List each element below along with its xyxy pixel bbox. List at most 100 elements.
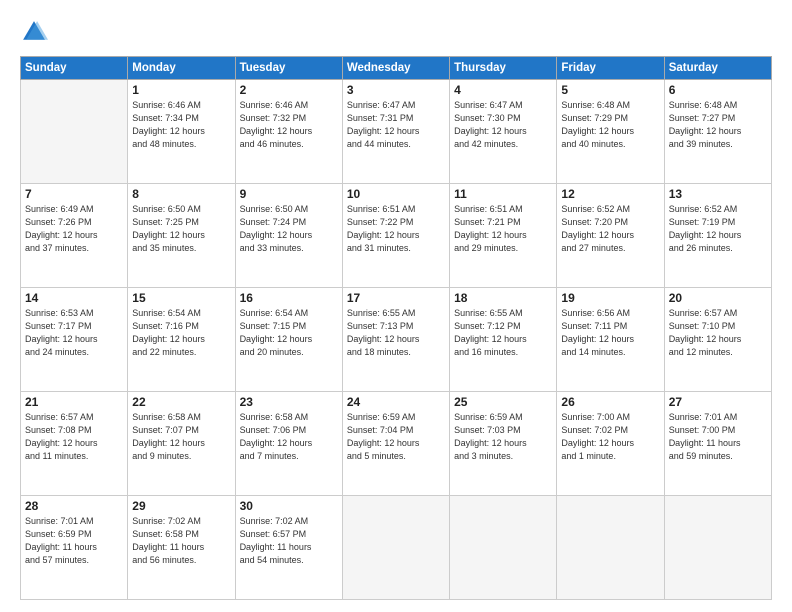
day-info: Sunrise: 6:50 AM Sunset: 7:24 PM Dayligh… <box>240 203 338 255</box>
day-cell <box>342 496 449 600</box>
day-cell: 3 Sunrise: 6:47 AM Sunset: 7:31 PM Daylig… <box>342 80 449 184</box>
weekday-header-friday: Friday <box>557 57 664 80</box>
day-number: 24 <box>347 395 445 409</box>
day-number: 22 <box>132 395 230 409</box>
day-cell: 6 Sunrise: 6:48 AM Sunset: 7:27 PM Daylig… <box>664 80 771 184</box>
day-info: Sunrise: 7:00 AM Sunset: 7:02 PM Dayligh… <box>561 411 659 463</box>
day-number: 4 <box>454 83 552 97</box>
day-cell: 27Sunrise: 7:01 AM Sunset: 7:00 PM Dayli… <box>664 392 771 496</box>
day-info: Sunrise: 6:59 AM Sunset: 7:04 PM Dayligh… <box>347 411 445 463</box>
day-info: Sunrise: 7:02 AM Sunset: 6:57 PM Dayligh… <box>240 515 338 567</box>
day-cell: 21Sunrise: 6:57 AM Sunset: 7:08 PM Dayli… <box>21 392 128 496</box>
day-cell: 29 Sunrise: 7:02 AM Sunset: 6:58 PM Dayli… <box>128 496 235 600</box>
week-row-3: 21Sunrise: 6:57 AM Sunset: 7:08 PM Dayli… <box>21 392 772 496</box>
weekday-header-row: SundayMondayTuesdayWednesdayThursdayFrid… <box>21 57 772 80</box>
week-row-4: 28 Sunrise: 7:01 AM Sunset: 6:59 PM Dayli… <box>21 496 772 600</box>
day-number: 30 <box>240 499 338 513</box>
day-number: 16 <box>240 291 338 305</box>
day-cell: 26 Sunrise: 7:00 AM Sunset: 7:02 PM Dayli… <box>557 392 664 496</box>
day-cell: 12Sunrise: 6:52 AM Sunset: 7:20 PM Dayli… <box>557 184 664 288</box>
day-number: 23 <box>240 395 338 409</box>
day-cell: 5 Sunrise: 6:48 AM Sunset: 7:29 PM Daylig… <box>557 80 664 184</box>
day-info: Sunrise: 6:49 AM Sunset: 7:26 PM Dayligh… <box>25 203 123 255</box>
day-cell: 13 Sunrise: 6:52 AM Sunset: 7:19 PM Dayli… <box>664 184 771 288</box>
day-info: Sunrise: 6:54 AM Sunset: 7:15 PM Dayligh… <box>240 307 338 359</box>
day-number: 19 <box>561 291 659 305</box>
day-number: 15 <box>132 291 230 305</box>
day-info: Sunrise: 6:51 AM Sunset: 7:22 PM Dayligh… <box>347 203 445 255</box>
day-cell: 8 Sunrise: 6:50 AM Sunset: 7:25 PM Daylig… <box>128 184 235 288</box>
day-number: 28 <box>25 499 123 513</box>
day-info: Sunrise: 6:58 AM Sunset: 7:07 PM Dayligh… <box>132 411 230 463</box>
day-info: Sunrise: 6:51 AM Sunset: 7:21 PM Dayligh… <box>454 203 552 255</box>
week-row-0: 1 Sunrise: 6:46 AM Sunset: 7:34 PM Daylig… <box>21 80 772 184</box>
day-number: 8 <box>132 187 230 201</box>
day-number: 27 <box>669 395 767 409</box>
day-number: 14 <box>25 291 123 305</box>
day-info: Sunrise: 6:59 AM Sunset: 7:03 PM Dayligh… <box>454 411 552 463</box>
logo-icon <box>20 18 48 46</box>
day-number: 29 <box>132 499 230 513</box>
day-number: 21 <box>25 395 123 409</box>
day-number: 11 <box>454 187 552 201</box>
day-cell: 10 Sunrise: 6:51 AM Sunset: 7:22 PM Dayli… <box>342 184 449 288</box>
day-cell: 14 Sunrise: 6:53 AM Sunset: 7:17 PM Dayli… <box>21 288 128 392</box>
day-cell <box>450 496 557 600</box>
day-number: 9 <box>240 187 338 201</box>
day-number: 2 <box>240 83 338 97</box>
day-info: Sunrise: 6:56 AM Sunset: 7:11 PM Dayligh… <box>561 307 659 359</box>
day-info: Sunrise: 6:52 AM Sunset: 7:20 PM Dayligh… <box>561 203 659 255</box>
day-cell: 9 Sunrise: 6:50 AM Sunset: 7:24 PM Daylig… <box>235 184 342 288</box>
day-info: Sunrise: 6:58 AM Sunset: 7:06 PM Dayligh… <box>240 411 338 463</box>
page: SundayMondayTuesdayWednesdayThursdayFrid… <box>0 0 792 612</box>
day-info: Sunrise: 6:50 AM Sunset: 7:25 PM Dayligh… <box>132 203 230 255</box>
weekday-header-wednesday: Wednesday <box>342 57 449 80</box>
day-number: 25 <box>454 395 552 409</box>
day-info: Sunrise: 6:47 AM Sunset: 7:31 PM Dayligh… <box>347 99 445 151</box>
day-cell: 25 Sunrise: 6:59 AM Sunset: 7:03 PM Dayli… <box>450 392 557 496</box>
week-row-1: 7 Sunrise: 6:49 AM Sunset: 7:26 PM Daylig… <box>21 184 772 288</box>
day-cell: 19 Sunrise: 6:56 AM Sunset: 7:11 PM Dayli… <box>557 288 664 392</box>
day-info: Sunrise: 6:57 AM Sunset: 7:10 PM Dayligh… <box>669 307 767 359</box>
day-cell: 24 Sunrise: 6:59 AM Sunset: 7:04 PM Dayli… <box>342 392 449 496</box>
week-row-2: 14 Sunrise: 6:53 AM Sunset: 7:17 PM Dayli… <box>21 288 772 392</box>
day-number: 5 <box>561 83 659 97</box>
calendar-table: SundayMondayTuesdayWednesdayThursdayFrid… <box>20 56 772 600</box>
day-cell: 20Sunrise: 6:57 AM Sunset: 7:10 PM Dayli… <box>664 288 771 392</box>
day-info: Sunrise: 6:53 AM Sunset: 7:17 PM Dayligh… <box>25 307 123 359</box>
day-number: 7 <box>25 187 123 201</box>
day-info: Sunrise: 7:01 AM Sunset: 6:59 PM Dayligh… <box>25 515 123 567</box>
day-cell <box>664 496 771 600</box>
day-number: 10 <box>347 187 445 201</box>
weekday-header-tuesday: Tuesday <box>235 57 342 80</box>
day-cell: 18Sunrise: 6:55 AM Sunset: 7:12 PM Dayli… <box>450 288 557 392</box>
day-number: 1 <box>132 83 230 97</box>
day-cell: 17 Sunrise: 6:55 AM Sunset: 7:13 PM Dayli… <box>342 288 449 392</box>
day-info: Sunrise: 6:47 AM Sunset: 7:30 PM Dayligh… <box>454 99 552 151</box>
day-info: Sunrise: 6:55 AM Sunset: 7:13 PM Dayligh… <box>347 307 445 359</box>
day-number: 26 <box>561 395 659 409</box>
day-number: 18 <box>454 291 552 305</box>
day-cell: 16 Sunrise: 6:54 AM Sunset: 7:15 PM Dayli… <box>235 288 342 392</box>
day-cell: 11 Sunrise: 6:51 AM Sunset: 7:21 PM Dayli… <box>450 184 557 288</box>
day-cell: 15 Sunrise: 6:54 AM Sunset: 7:16 PM Dayli… <box>128 288 235 392</box>
day-number: 17 <box>347 291 445 305</box>
day-info: Sunrise: 6:52 AM Sunset: 7:19 PM Dayligh… <box>669 203 767 255</box>
day-cell <box>557 496 664 600</box>
day-info: Sunrise: 6:46 AM Sunset: 7:32 PM Dayligh… <box>240 99 338 151</box>
day-cell: 23 Sunrise: 6:58 AM Sunset: 7:06 PM Dayli… <box>235 392 342 496</box>
header <box>20 18 772 46</box>
day-info: Sunrise: 6:48 AM Sunset: 7:27 PM Dayligh… <box>669 99 767 151</box>
day-number: 6 <box>669 83 767 97</box>
day-info: Sunrise: 7:02 AM Sunset: 6:58 PM Dayligh… <box>132 515 230 567</box>
day-number: 13 <box>669 187 767 201</box>
weekday-header-saturday: Saturday <box>664 57 771 80</box>
day-info: Sunrise: 6:46 AM Sunset: 7:34 PM Dayligh… <box>132 99 230 151</box>
day-info: Sunrise: 6:48 AM Sunset: 7:29 PM Dayligh… <box>561 99 659 151</box>
weekday-header-sunday: Sunday <box>21 57 128 80</box>
day-cell: 7 Sunrise: 6:49 AM Sunset: 7:26 PM Daylig… <box>21 184 128 288</box>
day-cell: 28 Sunrise: 7:01 AM Sunset: 6:59 PM Dayli… <box>21 496 128 600</box>
day-number: 3 <box>347 83 445 97</box>
day-info: Sunrise: 6:54 AM Sunset: 7:16 PM Dayligh… <box>132 307 230 359</box>
day-cell <box>21 80 128 184</box>
